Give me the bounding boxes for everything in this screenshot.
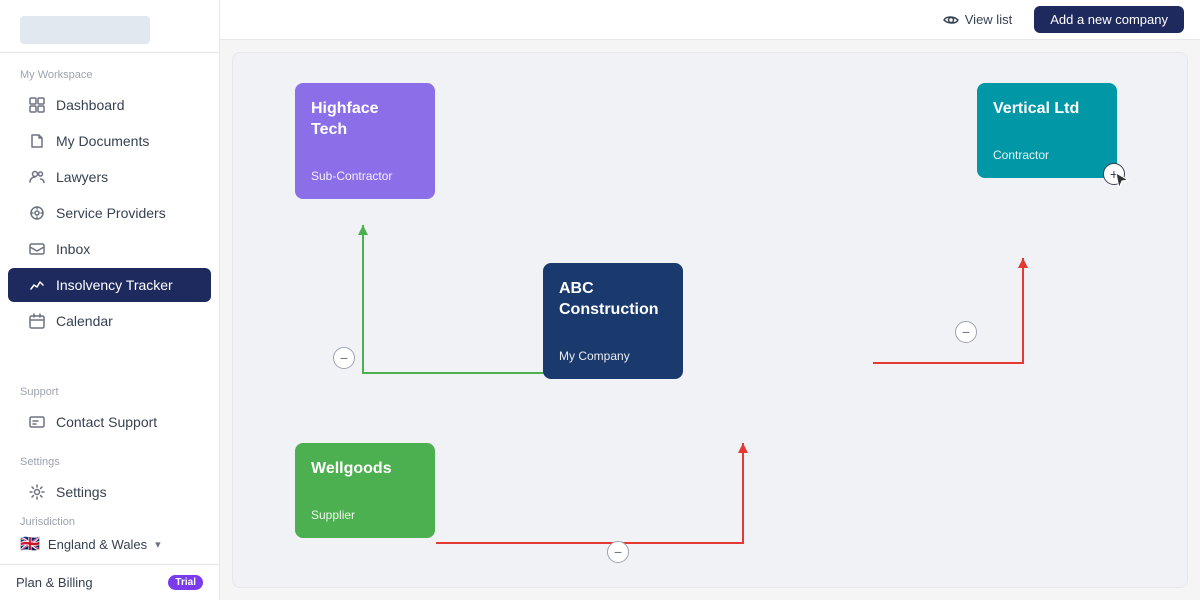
card-highface-tech[interactable]: Highface Tech Sub-Contractor <box>295 83 435 199</box>
main-content: View list Add a new company Highface Tec… <box>220 0 1200 600</box>
top-bar: View list Add a new company <box>220 0 1200 40</box>
support-label: Support <box>0 370 219 404</box>
sidebar: My Workspace Dashboard My Documents Lawy… <box>0 0 220 600</box>
sidebar-item-label: Lawyers <box>56 169 108 185</box>
calendar-icon <box>28 312 46 330</box>
card-subtitle: Contractor <box>993 148 1101 162</box>
jurisdiction-selector[interactable]: 🇬🇧 England & Wales ▾ <box>20 534 199 554</box>
sidebar-item-calendar[interactable]: Calendar <box>8 304 211 338</box>
add-connection-button[interactable]: + <box>1103 163 1125 185</box>
card-subtitle: Sub-Contractor <box>311 169 419 183</box>
card-title: Highface Tech <box>311 99 419 141</box>
sidebar-item-documents[interactable]: My Documents <box>8 124 211 158</box>
jurisdiction-label: Jurisdiction <box>20 516 199 528</box>
sidebar-item-inbox[interactable]: Inbox <box>8 232 211 266</box>
card-title: Vertical Ltd <box>993 99 1101 120</box>
view-list-button[interactable]: View list <box>933 8 1022 32</box>
sidebar-item-settings[interactable]: Settings <box>8 475 211 509</box>
plan-billing-section[interactable]: Plan & Billing Trial <box>0 564 219 600</box>
card-title: ABC Construction <box>559 279 667 321</box>
insolvency-tracker-icon <box>28 276 46 294</box>
eye-icon <box>943 12 959 28</box>
settings-section-label: Settings <box>0 440 219 474</box>
jurisdiction-name: England & Wales <box>48 537 147 552</box>
logo-image <box>20 16 150 44</box>
card-subtitle: My Company <box>559 349 667 363</box>
service-providers-icon <box>28 204 46 222</box>
sidebar-item-label: Calendar <box>56 313 113 329</box>
sidebar-item-label: My Documents <box>56 133 149 149</box>
add-company-button[interactable]: Add a new company <box>1034 6 1184 33</box>
settings-icon <box>28 483 46 501</box>
documents-icon <box>28 132 46 150</box>
remove-connection-left-button[interactable]: − <box>333 347 355 369</box>
trial-badge: Trial <box>168 575 203 590</box>
view-list-label: View list <box>965 12 1012 27</box>
lawyers-icon <box>28 168 46 186</box>
card-abc-construction[interactable]: ABC Construction My Company <box>543 263 683 379</box>
diagram-canvas[interactable]: Highface Tech Sub-Contractor Vertical Lt… <box>232 52 1188 588</box>
workspace-label: My Workspace <box>0 53 219 87</box>
sidebar-item-label: Dashboard <box>56 97 125 113</box>
card-title: Wellgoods <box>311 459 419 480</box>
jurisdiction-section: Jurisdiction 🇬🇧 England & Wales ▾ <box>0 510 219 564</box>
sidebar-item-contact-support[interactable]: Contact Support <box>8 405 211 439</box>
sidebar-logo-area <box>0 0 219 53</box>
sidebar-item-label: Settings <box>56 484 107 500</box>
plan-label: Plan & Billing <box>16 575 93 590</box>
sidebar-item-insolvency-tracker[interactable]: Insolvency Tracker <box>8 268 211 302</box>
remove-connection-right-button[interactable]: − <box>955 321 977 343</box>
sidebar-item-label: Contact Support <box>56 414 157 430</box>
chevron-down-icon: ▾ <box>155 538 161 551</box>
sidebar-item-label: Service Providers <box>56 205 166 221</box>
sidebar-item-service-providers[interactable]: Service Providers <box>8 196 211 230</box>
sidebar-item-lawyers[interactable]: Lawyers <box>8 160 211 194</box>
card-wellgoods[interactable]: Wellgoods Supplier <box>295 443 435 538</box>
card-vertical-ltd[interactable]: Vertical Ltd Contractor <box>977 83 1117 178</box>
sidebar-item-label: Inbox <box>56 241 90 257</box>
card-subtitle: Supplier <box>311 508 419 522</box>
inbox-icon <box>28 240 46 258</box>
sidebar-item-label: Insolvency Tracker <box>56 277 173 293</box>
contact-support-icon <box>28 413 46 431</box>
remove-connection-bottom-button[interactable]: − <box>607 541 629 563</box>
flag-icon: 🇬🇧 <box>20 534 40 554</box>
sidebar-item-dashboard[interactable]: Dashboard <box>8 88 211 122</box>
dashboard-icon <box>28 96 46 114</box>
